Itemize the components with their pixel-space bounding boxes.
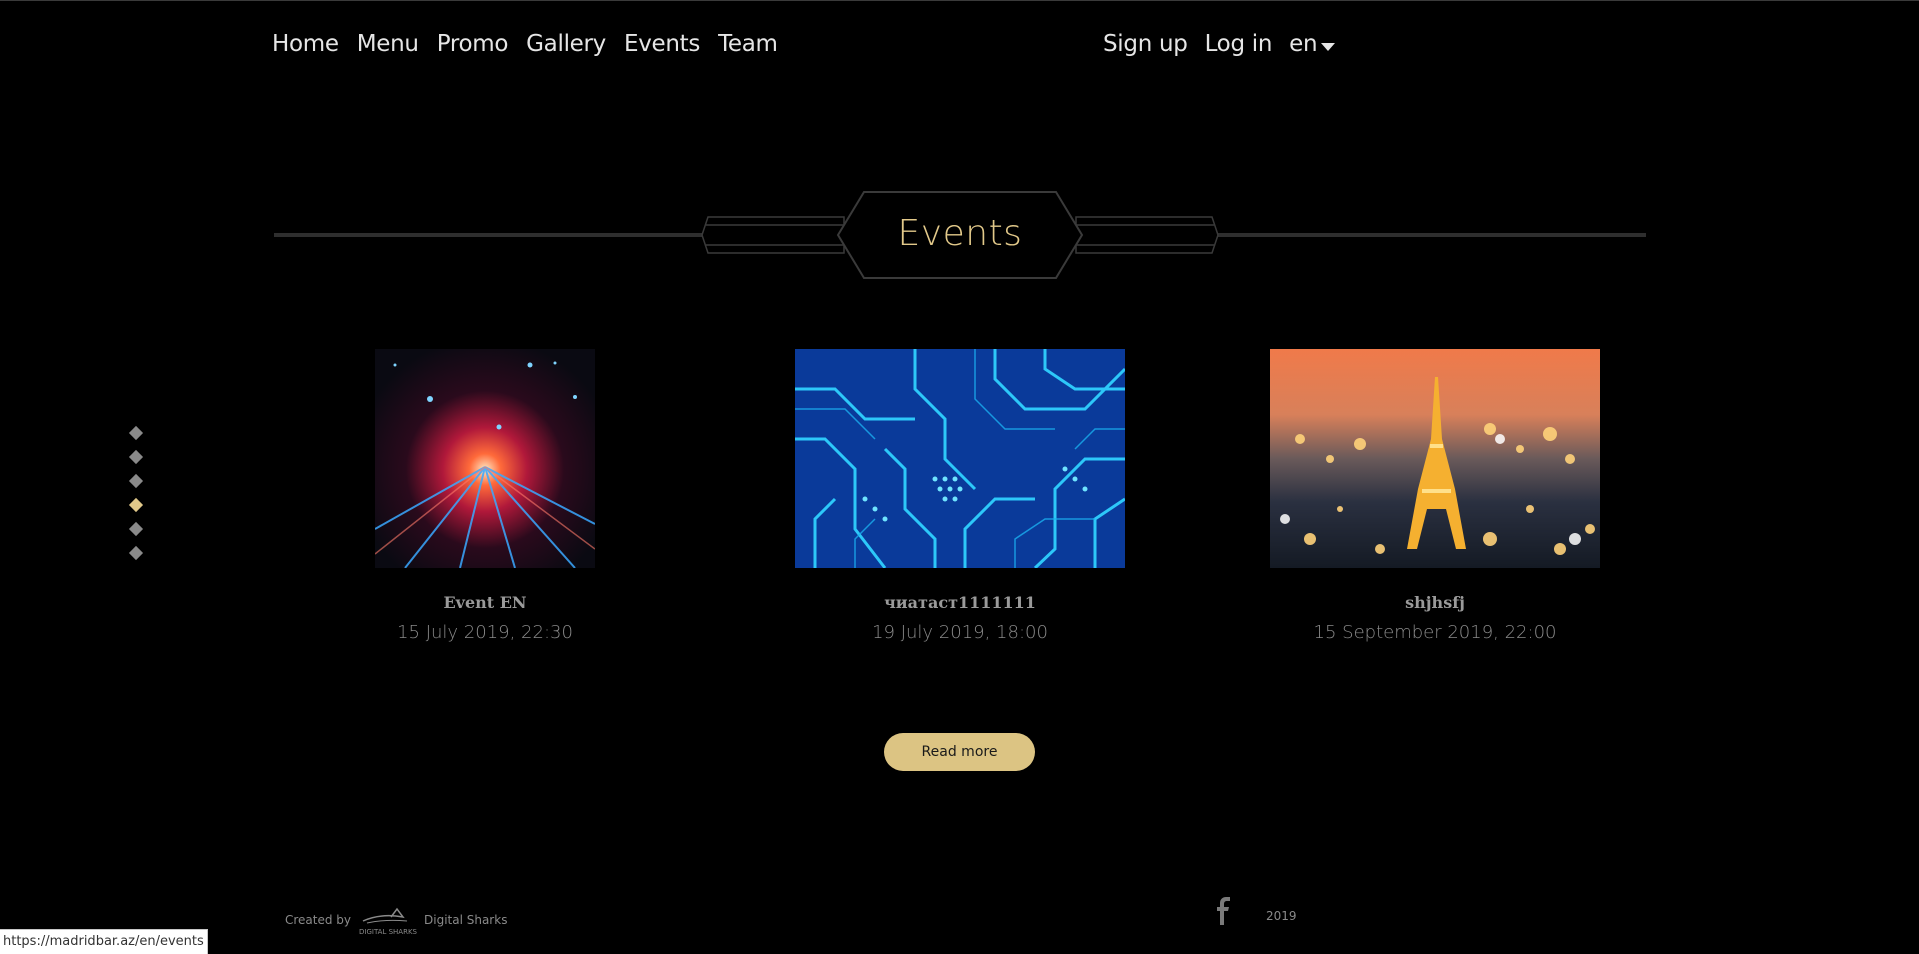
- copyright-year: 2019: [1266, 909, 1297, 923]
- event-name: Event EN: [443, 593, 527, 612]
- language-label: en: [1289, 31, 1318, 57]
- circuit-board-image[interactable]: [795, 349, 1125, 568]
- pager-dot-active[interactable]: [128, 497, 144, 513]
- section-header: Events: [274, 189, 1646, 283]
- created-by-label: Created by: [285, 913, 352, 927]
- page-title: Events: [897, 213, 1023, 254]
- read-more-button[interactable]: Read more: [884, 733, 1035, 771]
- page: Home Menu Promo Gallery Events Team Sign…: [0, 0, 1919, 954]
- event-date: 19 July 2019, 18:00: [872, 622, 1048, 643]
- pager-dot[interactable]: [128, 425, 144, 441]
- digital-sharks-logo[interactable]: DIGITAL SHARKS: [357, 907, 418, 937]
- event-name: чиатаст1111111: [884, 593, 1036, 612]
- pager-dot[interactable]: [128, 545, 144, 561]
- svg-text:DIGITAL SHARKS: DIGITAL SHARKS: [359, 928, 417, 936]
- eiffel-tower-image[interactable]: [1270, 349, 1600, 568]
- event-name: shjhsfj: [1405, 593, 1465, 612]
- signup-link[interactable]: Sign up: [1103, 29, 1188, 59]
- pager-dot[interactable]: [128, 473, 144, 489]
- pager-dot[interactable]: [128, 521, 144, 537]
- company-link[interactable]: Digital Sharks: [424, 913, 507, 927]
- event-card[interactable]: Event EN 15 July 2019, 22:30: [375, 349, 595, 649]
- light-speed-stars-image[interactable]: [375, 349, 595, 568]
- nav-gallery-link[interactable]: Gallery: [526, 29, 606, 59]
- main-nav: Home Menu Promo Gallery Events Team: [272, 29, 778, 59]
- facebook-icon[interactable]: [1214, 897, 1234, 925]
- nav-promo-link[interactable]: Promo: [437, 29, 509, 59]
- event-card[interactable]: чиатаст1111111 19 July 2019, 18:00: [795, 349, 1125, 649]
- event-date: 15 July 2019, 22:30: [397, 622, 573, 643]
- pager-dot[interactable]: [128, 449, 144, 465]
- login-link[interactable]: Log in: [1205, 29, 1273, 59]
- nav-team-link[interactable]: Team: [718, 29, 778, 59]
- nav-menu-link[interactable]: Menu: [357, 29, 419, 59]
- chevron-down-icon: [1321, 43, 1336, 51]
- account-nav: Sign up Log in en: [1103, 29, 1336, 59]
- event-card[interactable]: shjhsfj 15 September 2019, 22:00: [1270, 349, 1600, 649]
- status-bar-url: https://madridbar.az/en/events: [0, 929, 208, 954]
- nav-home-link[interactable]: Home: [272, 29, 339, 59]
- event-date: 15 September 2019, 22:00: [1313, 622, 1557, 643]
- section-pager: [128, 425, 144, 572]
- language-selector[interactable]: en: [1289, 29, 1336, 59]
- nav-events-link[interactable]: Events: [624, 29, 700, 59]
